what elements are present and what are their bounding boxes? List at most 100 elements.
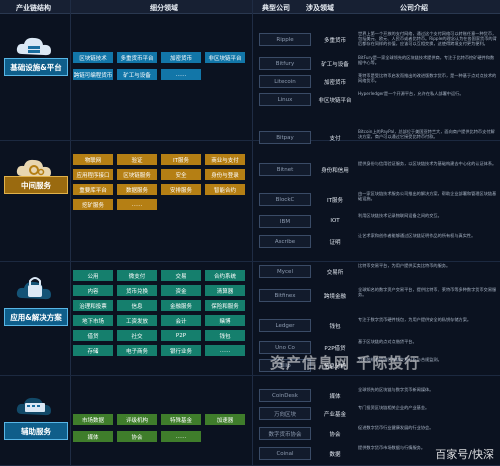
chip[interactable]: 应用程序接口 xyxy=(73,169,113,180)
company-logo: Bitfinex xyxy=(259,289,311,302)
company-row: CoinDesk 媒体 全球领先的区块链与数字货币新闻媒体。 xyxy=(255,386,500,406)
chip[interactable]: 跨链可编程货币 xyxy=(73,69,113,80)
chip[interactable]: 加速器 xyxy=(205,414,245,425)
chip[interactable]: 工资发放 xyxy=(117,315,157,326)
chip[interactable]: 商业与支付 xyxy=(205,154,245,165)
chip[interactable]: 内容 xyxy=(73,285,113,296)
keyboard-icon xyxy=(16,397,51,416)
company-logo: Litecoin xyxy=(259,75,311,88)
company-logo: Bitfury xyxy=(259,57,311,70)
chip[interactable]: 公用 xyxy=(73,270,113,281)
chip[interactable]: 多重货币平台 xyxy=(117,52,157,63)
chip[interactable]: 智能合约 xyxy=(205,184,245,195)
chip[interactable]: 存储 xyxy=(73,345,113,356)
chip[interactable]: 评级机构 xyxy=(117,414,157,425)
chip[interactable]: …… xyxy=(205,345,245,356)
company-desc: Bitcoin上的PayPal，总部位于美国亚特兰大，面向商户提供比特币支付解决… xyxy=(358,129,495,140)
chip[interactable]: 挖矿服务 xyxy=(73,199,113,210)
company-desc: 专门投资区块链相关企业的产业基金。 xyxy=(358,405,430,410)
section-label-infra: 基础设施&平台 xyxy=(4,58,68,76)
company-field: 媒体 xyxy=(329,394,341,400)
company-desc: 由一家区块链技术服务公司推出的解决方案，帮助企业部署和管理区块链基础设施。 xyxy=(358,191,497,202)
company-row: BlockC IT服务 由一家区块链技术服务公司推出的解决方案，帮助企业部署和管… xyxy=(255,190,500,210)
chip[interactable]: 非区块链平台 xyxy=(205,52,245,63)
company-desc: Hyperledger是一个开源平台，允许在私人部署中运行。 xyxy=(358,91,464,96)
company-field: P2P借贷 xyxy=(324,346,346,352)
chip[interactable]: 借贷 xyxy=(73,330,113,341)
company-field: 支付 xyxy=(329,136,341,142)
chip[interactable]: 协会 xyxy=(117,431,157,442)
chip[interactable]: 矿工与设备 xyxy=(117,69,157,80)
chip[interactable]: 特殊基金 xyxy=(161,414,201,425)
table-header: 产业链结构 细分领域 典型公司 涉及领域 公司介绍 xyxy=(0,0,500,14)
chip[interactable]: …… xyxy=(161,69,201,80)
company-field: 多重货币 xyxy=(323,38,346,44)
chip[interactable]: 合约系统 xyxy=(205,270,245,281)
chip[interactable]: 钱包 xyxy=(205,330,245,341)
company-field: IOT xyxy=(330,218,340,224)
company-desc: 全球知名的数字资产交易平台，提供比特币、莱特币等多种数字货币交易服务。 xyxy=(358,287,497,298)
company-logo: Ledger xyxy=(259,319,311,332)
chip[interactable]: P2P xyxy=(161,330,201,341)
chip[interactable]: 重要库平台 xyxy=(73,184,113,195)
chip[interactable]: 加密货币 xyxy=(161,52,201,63)
chip[interactable]: 金融服务 xyxy=(161,300,201,311)
chip[interactable]: 身份与登录 xyxy=(205,169,245,180)
company-row: Linux 非区块链平台 Hyperledger是一个开源平台，允许在私人部署中… xyxy=(255,90,500,110)
chip[interactable]: …… xyxy=(117,199,157,210)
chip[interactable]: 媒体 xyxy=(73,431,113,442)
header-chain: 产业链结构 xyxy=(16,4,51,12)
company-logo: Coinal xyxy=(259,447,311,460)
company-field: 钱包 xyxy=(329,324,341,330)
company-row: Bitpay 支付 Bitcoin上的PayPal，总部位于美国亚特兰大，面向商… xyxy=(255,128,500,148)
company-desc: 全球领先的区块链与数字货币新闻媒体。 xyxy=(358,387,434,392)
company-logo: Ripple xyxy=(259,33,311,46)
chip[interactable]: 银行业务 xyxy=(161,345,201,356)
chip[interactable]: 资金 xyxy=(161,285,201,296)
chip[interactable]: IT服务 xyxy=(161,154,201,165)
company-desc: 提供身份与信用验证服务，以区块链技术为基础构建去中心化的认证体系。 xyxy=(358,161,497,166)
company-logo: Bitpay xyxy=(259,131,311,144)
chip[interactable]: 验证 xyxy=(117,154,157,165)
company-row: Litecoin 加密货币 莱特币是受比特币启发而推出的改进版数字货币，是一种基… xyxy=(255,72,500,92)
company-field: 跨境金融 xyxy=(323,294,346,300)
chips-middle: 物联网 验证 IT服务 商业与支付 应用程序接口 区块链服务 安全 身份与登录 … xyxy=(73,154,249,210)
chip[interactable]: 物联网 xyxy=(73,154,113,165)
section-label-middle: 中间服务 xyxy=(4,176,68,194)
header-company: 典型公司 xyxy=(262,4,290,12)
chip[interactable]: 社交 xyxy=(117,330,157,341)
company-field: 加密货币 xyxy=(323,80,346,86)
company-logo: BlockC xyxy=(259,193,311,206)
chip[interactable]: 货币兑换 xyxy=(117,285,157,296)
chip[interactable]: 区块链服务 xyxy=(117,169,157,180)
chip[interactable]: 清算器 xyxy=(205,285,245,296)
chip[interactable]: 赌博 xyxy=(205,315,245,326)
chip[interactable]: …… xyxy=(161,431,201,442)
chip[interactable]: 安排服务 xyxy=(161,184,201,195)
company-field: 协会 xyxy=(329,432,341,438)
company-desc: 让艺术家和创作者能够通过区块链证明作品的所有权与真实性。 xyxy=(358,233,476,238)
company-row: Ascribe 证明 让艺术家和创作者能够通过区块链证明作品的所有权与真实性。 xyxy=(255,232,500,252)
company-field: 身份和信用 xyxy=(321,168,349,174)
company-logo: 数字货币协会 xyxy=(259,427,311,440)
chip[interactable]: 电子商务 xyxy=(117,345,157,356)
company-desc: 世界上第一个开放的支付网络，通过这个支付网络可以转账任意一种货币，包括美元、欧元… xyxy=(358,31,497,47)
chip[interactable]: 保险和服务 xyxy=(205,300,245,311)
chip[interactable]: 微支付 xyxy=(117,270,157,281)
header-intro: 公司介绍 xyxy=(400,4,428,12)
chip[interactable]: 区块链技术 xyxy=(73,52,113,63)
chip[interactable]: 市场数据 xyxy=(73,414,113,425)
chip[interactable]: 数据服务 xyxy=(117,184,157,195)
company-field: 数据 xyxy=(329,452,341,458)
chip[interactable]: 会计 xyxy=(161,315,201,326)
chip[interactable]: 信息 xyxy=(117,300,157,311)
company-field: 矿工与设备 xyxy=(321,62,349,68)
chip[interactable]: 安全 xyxy=(161,169,201,180)
chip[interactable]: 治理和投票 xyxy=(73,300,113,311)
chip[interactable]: 交易 xyxy=(161,270,201,281)
section-label-apps: 应用&解决方案 xyxy=(4,308,68,326)
company-logo: 万向区块 xyxy=(259,407,311,420)
chips-infra: 区块链技术 多重货币平台 加密货币 非区块链平台 跨链可编程货币 矿工与设备 …… xyxy=(73,52,249,80)
company-field: 非区块链平台 xyxy=(318,98,352,104)
chip[interactable]: 地下市场 xyxy=(73,315,113,326)
